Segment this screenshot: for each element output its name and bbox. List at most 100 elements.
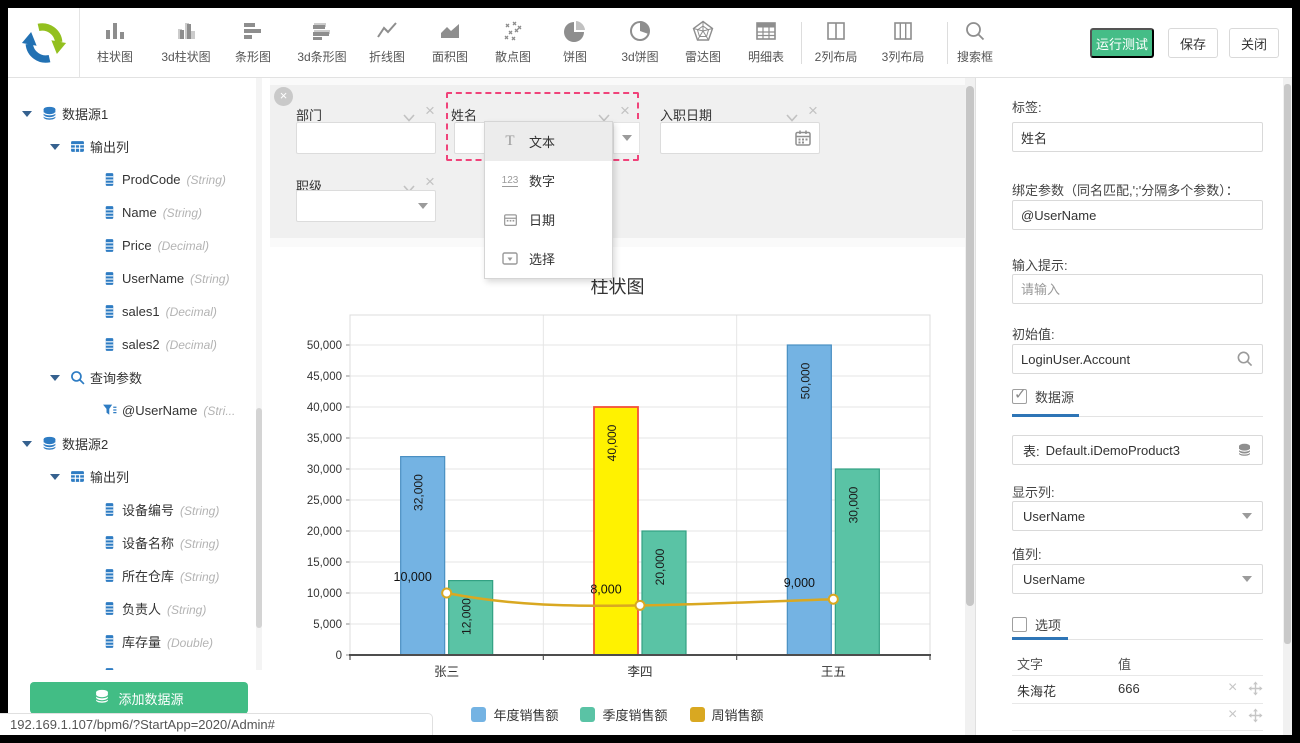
field-remove-icon[interactable]: × xyxy=(620,104,630,118)
value-col-select[interactable]: UserName xyxy=(1012,564,1263,594)
move-row-icon[interactable] xyxy=(1248,708,1263,728)
tree-item-type: (String) xyxy=(163,206,202,220)
tree-expand-caret-icon[interactable] xyxy=(22,111,32,117)
tree-item-sales2[interactable]: sales2(Decimal) xyxy=(8,328,256,361)
app-logo[interactable] xyxy=(8,8,80,78)
hbar-icon xyxy=(242,16,264,46)
sidebar-scrollbar-thumb[interactable] xyxy=(256,408,262,628)
canvas-scrollbar-thumb[interactable] xyxy=(966,86,974,606)
tree-item-输出列[interactable]: 输出列 xyxy=(8,130,256,163)
tree-item-type: (String) xyxy=(190,272,229,286)
checkbox-unchecked-icon[interactable] xyxy=(1012,617,1027,632)
type-menu-item-2[interactable]: 123数字 xyxy=(485,161,612,200)
options-section-toggle[interactable]: 选项 xyxy=(1012,615,1061,634)
column-icon xyxy=(102,535,117,550)
tree-item-ProdCode[interactable]: ProdCode(String) xyxy=(8,163,256,196)
field-remove-icon[interactable]: × xyxy=(808,104,818,118)
svg-text:50,000: 50,000 xyxy=(307,340,342,352)
option-value-cell[interactable]: 666 xyxy=(1118,681,1140,696)
type-menu-item-1[interactable]: T文本 xyxy=(485,122,612,161)
inspector-scrollbar[interactable] xyxy=(1283,78,1292,735)
tree-item-UserName[interactable]: UserName(String) xyxy=(8,262,256,295)
chart-panel[interactable]: 柱状图 05,00010,00015,00020,00025,00030,000… xyxy=(270,247,965,735)
toolbar-item-pie3d[interactable]: 3d饼图 xyxy=(607,16,673,72)
add-datasource-button[interactable]: 添加数据源 xyxy=(30,682,248,714)
toolbar-item-scatter[interactable]: 散点图 xyxy=(480,16,546,72)
toolbar-item-col3[interactable]: 3列布局 xyxy=(870,16,936,72)
tree-item-Name[interactable]: Name(String) xyxy=(8,196,256,229)
toolbar-item-line[interactable]: 折线图 xyxy=(354,16,420,72)
tree-item-label: 输出列 xyxy=(90,140,129,155)
tree-item-所在仓库[interactable]: 所在仓库(String) xyxy=(8,559,256,592)
combo-dropdown-button[interactable] xyxy=(613,122,640,154)
tree-item-sales1[interactable]: sales1(Decimal) xyxy=(8,295,256,328)
table-ref-prefix: 表: xyxy=(1023,441,1040,460)
toolbar-item-bar[interactable]: 柱状图 xyxy=(82,16,148,72)
delete-row-icon[interactable]: × xyxy=(1228,681,1237,695)
tree-item-负责人[interactable]: 负责人(String) xyxy=(8,592,256,625)
svg-text:8,000: 8,000 xyxy=(590,582,621,596)
tree-item-partial[interactable] xyxy=(8,658,256,670)
toolbar-item-search[interactable]: 搜索框 xyxy=(942,16,1008,72)
department-input[interactable] xyxy=(296,122,436,154)
tree-item-库存量[interactable]: 库存量(Double) xyxy=(8,625,256,658)
toolbar-item-label: 明细表 xyxy=(748,48,784,65)
canvas-scrollbar[interactable] xyxy=(965,78,975,735)
label-input[interactable] xyxy=(1012,122,1263,152)
tree-expand-caret-icon[interactable] xyxy=(50,474,60,480)
table-ref-box[interactable]: 表: Default.iDemoProduct3 xyxy=(1012,435,1263,465)
option-text-cell[interactable]: 朱海花 xyxy=(1017,681,1056,700)
caret-down-icon[interactable] xyxy=(418,203,428,209)
close-button[interactable]: 关闭 xyxy=(1229,28,1279,58)
bind-param-input[interactable] xyxy=(1012,200,1263,230)
tree-expand-caret-icon[interactable] xyxy=(50,144,60,150)
initial-value-input[interactable] xyxy=(1012,344,1263,374)
run-test-button[interactable]: 运行测试 xyxy=(1090,28,1154,58)
toolbar-item-hbar[interactable]: 条形图 xyxy=(220,16,286,72)
toolbar-item-bar3d[interactable]: 3d柱状图 xyxy=(153,16,219,72)
col2-icon xyxy=(825,16,847,46)
table-icon xyxy=(755,16,777,46)
inspector-scrollbar-thumb[interactable] xyxy=(1284,84,1291,644)
legend-item-1[interactable]: 年度销售额 xyxy=(471,705,558,724)
rank-select[interactable] xyxy=(296,190,436,222)
tree-item-type: (Stri... xyxy=(203,404,235,418)
field-remove-icon[interactable]: × xyxy=(425,175,435,189)
type-menu-item-4[interactable]: 选择 xyxy=(485,239,612,278)
toolbar-item-table[interactable]: 明细表 xyxy=(733,16,799,72)
column-icon xyxy=(102,271,117,286)
toolbar-item-area[interactable]: 面积图 xyxy=(417,16,483,72)
tree-item-数据源2[interactable]: 数据源2 xyxy=(8,427,256,460)
save-button[interactable]: 保存 xyxy=(1168,28,1218,58)
sidebar-scrollbar[interactable] xyxy=(256,78,262,670)
checkbox-checked-icon[interactable] xyxy=(1012,389,1027,404)
tree-expand-caret-icon[interactable] xyxy=(22,441,32,447)
tree-item-输出列[interactable]: 输出列 xyxy=(8,460,256,493)
calendar-icon[interactable] xyxy=(794,129,812,152)
input-hint-input[interactable] xyxy=(1012,274,1263,304)
area-icon xyxy=(439,16,461,46)
tree-item-查询参数[interactable]: 查询参数 xyxy=(8,361,256,394)
display-col-select[interactable]: UserName xyxy=(1012,501,1263,531)
field-remove-icon[interactable]: × xyxy=(425,104,435,118)
tree-item-@UserName[interactable]: @UserName(Stri... xyxy=(8,394,256,427)
legend-item-3[interactable]: 周销售额 xyxy=(690,705,764,724)
tree-item-设备名称[interactable]: 设备名称(String) xyxy=(8,526,256,559)
toolbar-item-label: 3d柱状图 xyxy=(161,48,210,65)
type-menu-item-3[interactable]: 日期 xyxy=(485,200,612,239)
legend-item-2[interactable]: 季度销售额 xyxy=(580,705,667,724)
tree-expand-caret-icon[interactable] xyxy=(50,375,60,381)
move-row-icon[interactable] xyxy=(1248,681,1263,701)
tree-item-Price[interactable]: Price(Decimal) xyxy=(8,229,256,262)
panel-close-icon[interactable]: × xyxy=(274,87,293,106)
tree-item-设备编号[interactable]: 设备编号(String) xyxy=(8,493,256,526)
toolbar-item-pie[interactable]: 饼图 xyxy=(542,16,608,72)
tree-item-type: (String) xyxy=(187,173,226,187)
tree-item-数据源1[interactable]: 数据源1 xyxy=(8,97,256,130)
toolbar-item-radar[interactable]: 雷达图 xyxy=(670,16,736,72)
search-icon[interactable] xyxy=(1236,350,1253,372)
toolbar-item-col2[interactable]: 2列布局 xyxy=(803,16,869,72)
datasource-section-toggle[interactable]: 数据源 xyxy=(1012,387,1074,406)
toolbar-item-hbar3d[interactable]: 3d条形图 xyxy=(289,16,355,72)
delete-row-icon[interactable]: × xyxy=(1228,708,1237,722)
